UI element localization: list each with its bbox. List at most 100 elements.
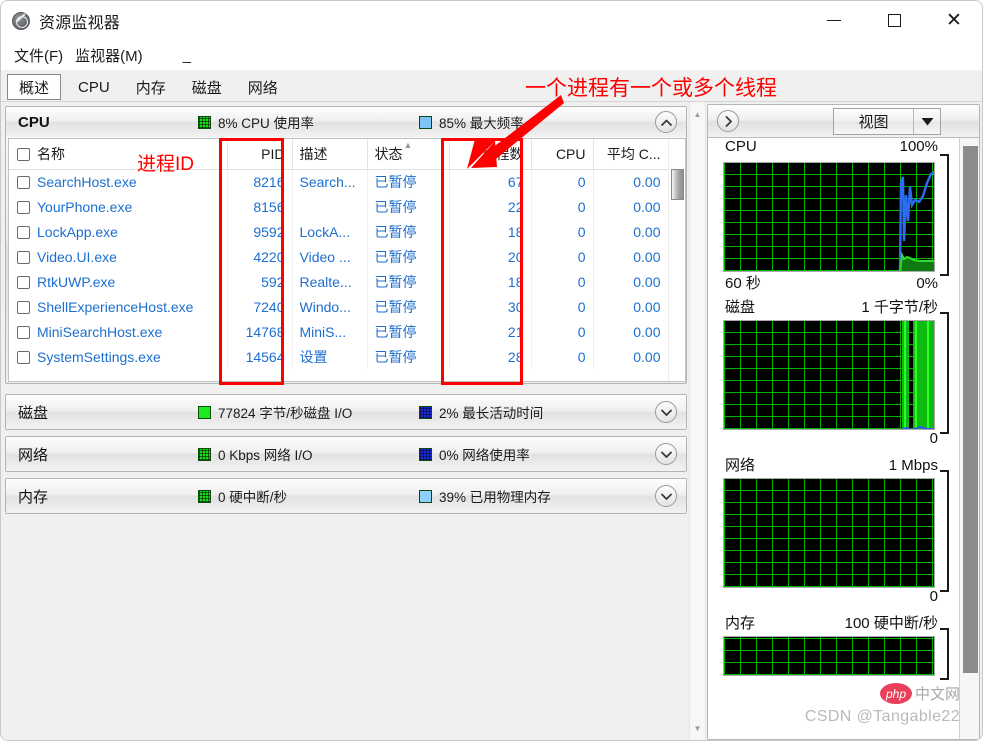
network-usage-label: 0% 网络使用率 <box>439 448 530 463</box>
cell-description <box>292 194 368 219</box>
section-memory-header[interactable]: 内存 0 硬中断/秒 39% 已用物理内存 <box>6 479 686 513</box>
section-disk-expand-button[interactable] <box>655 401 677 423</box>
column-header-status[interactable]: ▲ 状态 <box>367 139 450 170</box>
tab-disk[interactable]: 磁盘 <box>179 73 235 101</box>
select-all-checkbox[interactable] <box>17 147 30 161</box>
tab-memory[interactable]: 内存 <box>123 73 179 101</box>
row-checkbox[interactable] <box>17 250 30 264</box>
table-row[interactable]: SystemSettings.exe 14564 设置 已暂停 28 0 0.0… <box>9 344 669 369</box>
process-table-scroll-thumb[interactable] <box>671 169 684 200</box>
maximize-button[interactable] <box>864 1 924 40</box>
section-network-header[interactable]: 网络 0 Kbps 网络 I/O 0% 网络使用率 <box>6 437 686 471</box>
cell-status: 已暂停 <box>367 294 450 319</box>
menu-item-file[interactable]: 文件(F) <box>14 45 63 66</box>
row-checkbox[interactable] <box>17 175 30 189</box>
chevron-down-icon <box>660 493 672 500</box>
cell-cpu: 0 <box>531 219 594 244</box>
table-row[interactable]: RtkUWP.exe 592 Realte... 已暂停 18 0 0.00 <box>9 269 669 294</box>
graph-memory: 内存 100 硬中断/秒 <box>708 612 961 680</box>
cell-avg-cpu: 0.00 <box>593 219 669 244</box>
table-row[interactable]: Video.UI.exe 4220 Video ... 已暂停 20 0 0.0… <box>9 244 669 269</box>
graph-cpu-axis-bracket <box>940 154 949 276</box>
table-row[interactable]: YourPhone.exe 8156 已暂停 22 0 0.00 <box>9 194 669 219</box>
section-disk-header[interactable]: 磁盘 77824 字节/秒磁盘 I/O 2% 最长活动时间 <box>6 395 686 429</box>
graph-memory-title: 内存 <box>725 615 756 632</box>
watermark-php: php 中文网 <box>879 683 960 704</box>
left-pane-scrollbar[interactable]: ▲ ▼ <box>689 102 706 740</box>
cell-cpu: 0 <box>531 269 594 294</box>
cell-status: 已暂停 <box>367 244 450 269</box>
network-io-label: 0 Kbps 网络 I/O <box>218 448 313 463</box>
memory-used-stat: 39% 已用物理内存 <box>419 486 551 506</box>
cell-name-label: SystemSettings.exe <box>37 348 161 365</box>
column-header-name-label: 名称 <box>37 145 65 162</box>
table-row[interactable]: MiniSearchHost.exe 14768 MiniS... 已暂停 21… <box>9 319 669 344</box>
row-checkbox[interactable] <box>17 275 30 289</box>
annotation-box-pid-column <box>219 138 284 385</box>
cell-name: SearchHost.exe <box>9 169 228 194</box>
cell-description: Windo... <box>292 294 368 319</box>
column-header-avg-cpu[interactable]: 平均 C... <box>593 139 669 170</box>
cell-status: 已暂停 <box>367 269 450 294</box>
section-network-expand-button[interactable] <box>655 443 677 465</box>
cell-name-label: Video.UI.exe <box>37 248 117 265</box>
cell-cpu: 0 <box>531 294 594 319</box>
tab-overview[interactable]: 概述 <box>7 74 62 100</box>
cell-name: Video.UI.exe <box>9 244 228 269</box>
view-dropdown-arrow[interactable] <box>913 109 940 134</box>
section-memory-expand-button[interactable] <box>655 485 677 507</box>
column-header-status-label: 状态 <box>374 145 403 162</box>
cell-description: MiniS... <box>292 319 368 344</box>
graph-cpu-header: CPU 100% <box>708 138 961 162</box>
row-checkbox[interactable] <box>17 200 30 214</box>
solid-green-swatch-icon <box>198 405 211 419</box>
table-row[interactable]: LockApp.exe 9592 LockA... 已暂停 18 0 0.00 <box>9 219 669 244</box>
graph-cpu-time-label: 60 秒 <box>725 275 761 292</box>
section-cpu-collapse-button[interactable] <box>655 111 677 133</box>
section-disk: 磁盘 77824 字节/秒磁盘 I/O 2% 最长活动时间 <box>5 394 687 430</box>
right-pane-scrollbar[interactable] <box>959 138 979 739</box>
window-title: 资源监视器 <box>39 14 121 32</box>
minimize-button[interactable] <box>804 1 864 40</box>
view-dropdown-button[interactable]: 视图 <box>833 108 941 135</box>
process-table: 名称 PID 描述 ▲ 状态 线程数 CPU 平均 C... SearchHos… <box>9 139 669 369</box>
cell-name: LockApp.exe <box>9 219 228 244</box>
graph-disk-axis-bracket <box>940 312 949 434</box>
cell-description: LockA... <box>292 219 368 244</box>
table-row[interactable]: SearchHost.exe 8216 Search... 已暂停 67 0 0… <box>9 169 669 194</box>
graph-network-footer: 0 <box>708 588 961 612</box>
tab-network[interactable]: 网络 <box>235 73 291 101</box>
row-checkbox[interactable] <box>17 300 30 314</box>
green-grid-swatch-icon <box>198 447 211 461</box>
table-row[interactable]: ShellExperienceHost.exe 7240 Windo... 已暂… <box>9 294 669 319</box>
section-cpu-header[interactable]: CPU 8% CPU 使用率 85% 最大频率 <box>6 107 686 137</box>
right-pane-scroll-thumb[interactable] <box>963 146 978 673</box>
right-pane-collapse-button[interactable] <box>717 110 739 132</box>
column-header-name[interactable]: 名称 <box>9 139 228 170</box>
cell-cpu: 0 <box>531 169 594 194</box>
close-button[interactable]: ✕ <box>924 1 982 40</box>
cell-name-label: LockApp.exe <box>37 223 118 240</box>
maximize-icon <box>887 14 901 27</box>
scroll-up-arrow-icon[interactable]: ▲ <box>694 111 702 119</box>
section-cpu: CPU 8% CPU 使用率 85% 最大频率 名称 PID 描述 ▲ 状态 线… <box>5 106 687 384</box>
cell-cpu: 0 <box>531 319 594 344</box>
menu-item-monitor[interactable]: 监视器(M) <box>75 45 143 66</box>
column-header-description[interactable]: 描述 <box>292 139 368 170</box>
cell-name: SystemSettings.exe <box>9 344 228 369</box>
process-table-scrollbar[interactable] <box>668 139 685 381</box>
php-logo-icon: php <box>879 683 912 704</box>
chevron-down-icon <box>660 409 672 416</box>
row-checkbox[interactable] <box>17 225 30 239</box>
graph-memory-max-label: 100 硬中断/秒 <box>844 615 938 632</box>
cell-description: Search... <box>292 169 368 194</box>
scroll-down-arrow-icon[interactable]: ▼ <box>694 725 702 733</box>
row-checkbox[interactable] <box>17 325 30 339</box>
cell-cpu: 0 <box>531 194 594 219</box>
right-pane: 视图 CPU 100% 60 秒 0% 磁盘 1 千字节/秒 0 网络 1 Mb… <box>707 104 980 740</box>
cell-name-label: ShellExperienceHost.exe <box>37 298 194 315</box>
cpu-usage-label: 8% CPU 使用率 <box>218 116 315 131</box>
row-checkbox[interactable] <box>17 350 30 364</box>
section-cpu-title: CPU <box>18 113 50 131</box>
tab-cpu[interactable]: CPU <box>65 73 123 101</box>
